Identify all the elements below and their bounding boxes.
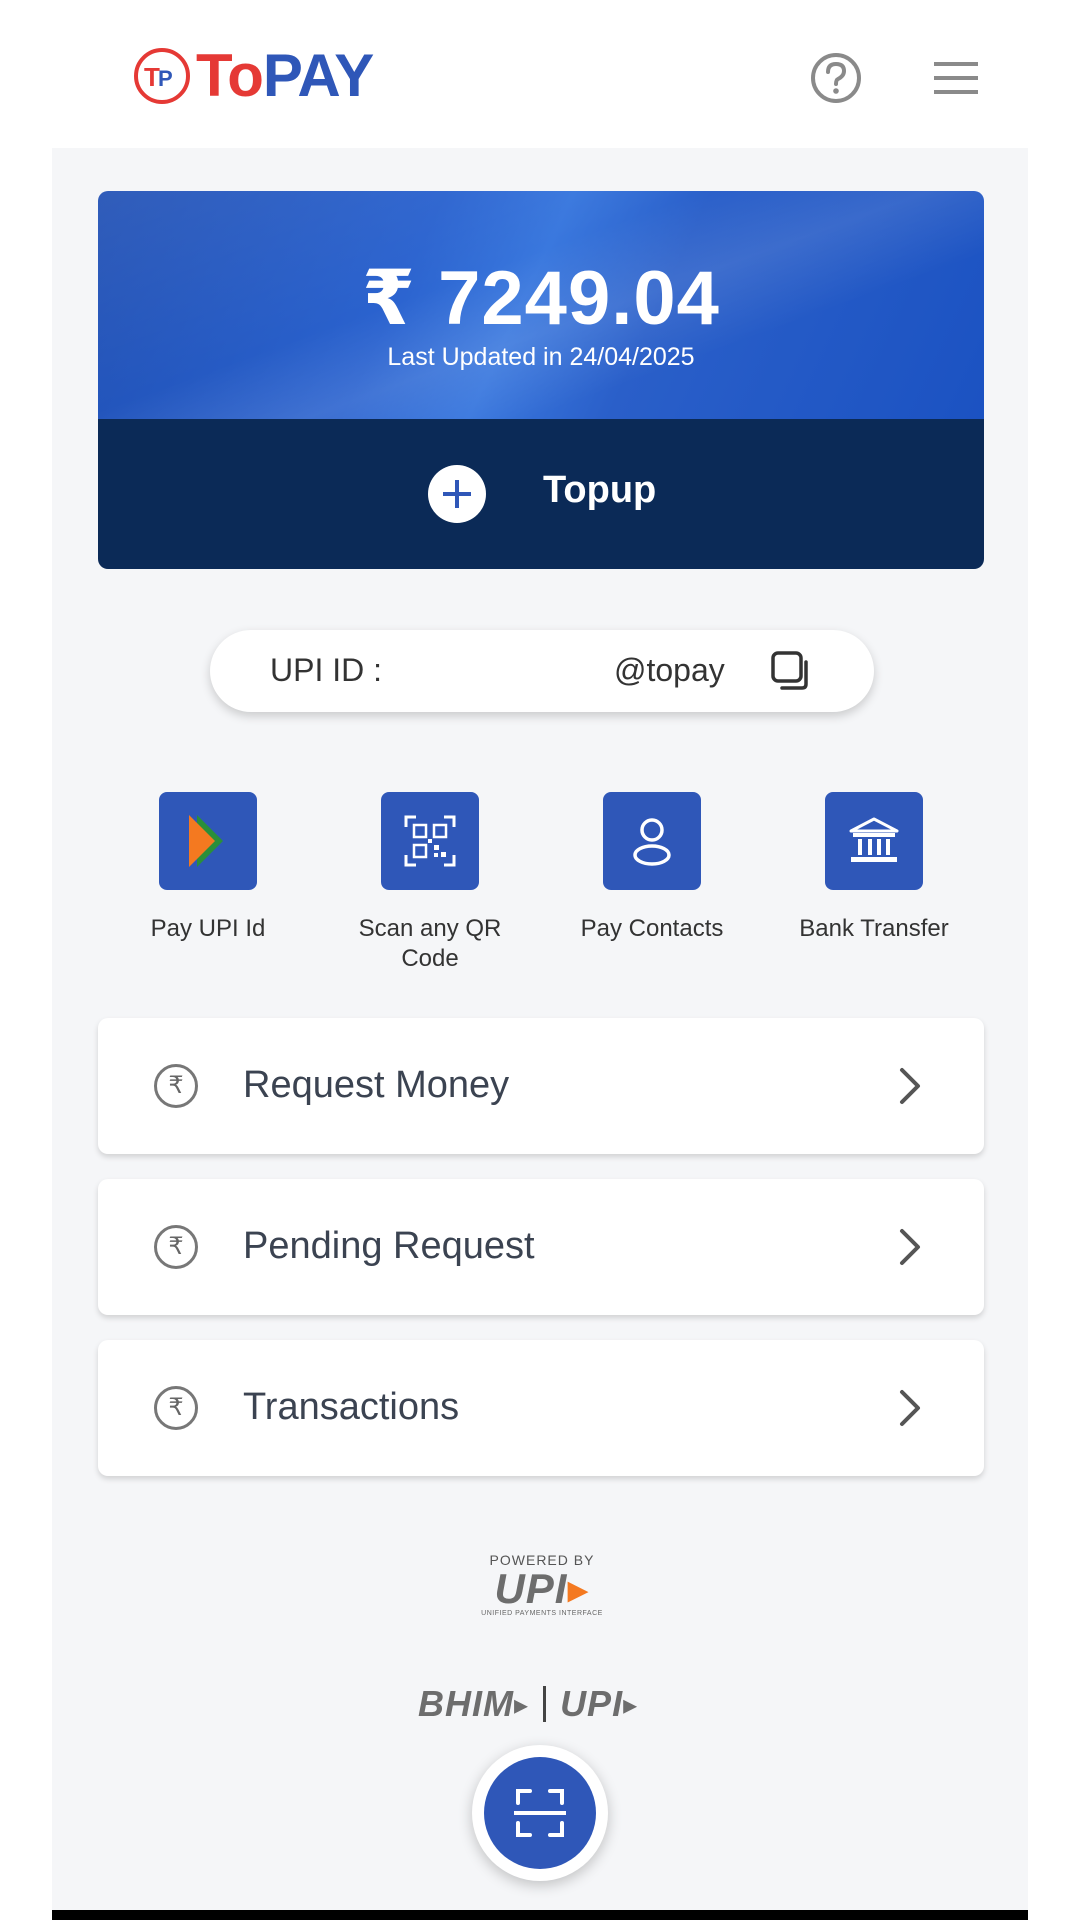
upi-id-label: UPI ID :	[270, 652, 383, 688]
topay-logo-badge-icon: T P	[134, 48, 190, 104]
scan-frame-icon	[484, 1757, 596, 1869]
quick-action-label: Scan any QR Code	[358, 915, 502, 972]
bank-icon	[825, 792, 923, 890]
chevron-right-icon	[896, 1066, 924, 1106]
topay-logo: T P To PAY	[134, 42, 374, 109]
app-header: T P To PAY	[0, 0, 1080, 148]
quick-action-bank-transfer[interactable]: Bank Transfer	[774, 792, 974, 944]
upi-tagline: UNIFIED PAYMENTS INTERFACE	[481, 1610, 603, 1617]
balance-section: ₹ 7249.04 Last Updated in 24/04/2025	[98, 191, 984, 419]
svg-text:P: P	[158, 66, 173, 91]
help-circle-icon[interactable]	[810, 52, 862, 104]
bhim-arrow-icon	[159, 792, 257, 890]
balance-amount: ₹ 7249.04	[362, 256, 720, 341]
contact-person-icon	[603, 792, 701, 890]
copy-icon[interactable]	[770, 650, 812, 692]
rupee-circle-icon: ₹	[154, 1386, 198, 1430]
upi-id-bar: UPI ID : @topay	[210, 630, 874, 712]
quick-action-label: Pay UPI Id	[150, 915, 266, 942]
row-label: Request Money	[243, 1064, 510, 1106]
rupee-circle-icon: ₹	[154, 1064, 198, 1108]
transactions-row[interactable]: ₹ Transactions	[98, 1340, 984, 1476]
logo-to-text: To	[196, 42, 264, 109]
chevron-right-icon	[896, 1227, 924, 1267]
upi-id-value: @topay	[614, 652, 725, 688]
powered-by-upi-logo: POWERED BY UPI▸ UNIFIED PAYMENTS INTERFA…	[480, 1552, 604, 1617]
request-money-row[interactable]: ₹ Request Money	[98, 1018, 984, 1154]
quick-action-scan-qr[interactable]: Scan any QR Code	[330, 792, 530, 974]
quick-action-pay-contacts[interactable]: Pay Contacts	[552, 792, 752, 944]
logo-divider	[543, 1686, 547, 1722]
pending-request-row[interactable]: ₹ Pending Request	[98, 1179, 984, 1315]
row-label: Pending Request	[243, 1225, 535, 1267]
quick-action-pay-upi-id[interactable]: Pay UPI Id	[108, 792, 308, 944]
wallet-balance-card: ₹ 7249.04 Last Updated in 24/04/2025 Top…	[98, 191, 984, 569]
upi-logo: UPI▸	[494, 1565, 590, 1612]
bhim-logo-text: BHIM	[418, 1683, 514, 1724]
bhim-upi-logo-text: UPI	[560, 1683, 624, 1724]
hamburger-menu-icon[interactable]	[932, 60, 980, 96]
topup-label: Topup	[543, 469, 657, 511]
quick-action-label: Bank Transfer	[799, 915, 949, 942]
bottom-edge-bar	[52, 1910, 1028, 1920]
plus-icon	[428, 465, 486, 523]
qr-scan-icon	[381, 792, 479, 890]
scan-fab-button[interactable]	[472, 1745, 608, 1881]
last-updated-text: Last Updated in 24/04/2025	[387, 343, 695, 371]
row-label: Transactions	[243, 1386, 460, 1428]
logo-pay-text: PAY	[262, 42, 374, 109]
chevron-right-icon	[896, 1388, 924, 1428]
upi-logo-text: UPI	[494, 1565, 568, 1612]
bhim-upi-logo: BHIM ▸ UPI ▸	[418, 1683, 639, 1724]
quick-action-label: Pay Contacts	[580, 915, 724, 942]
topup-button[interactable]: Topup	[98, 419, 984, 569]
rupee-circle-icon: ₹	[154, 1225, 198, 1269]
